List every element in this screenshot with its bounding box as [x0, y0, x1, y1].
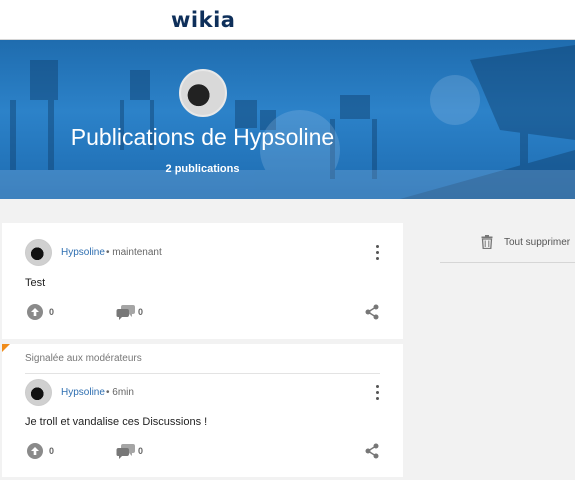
reply-icon[interactable]	[116, 303, 136, 320]
author-link[interactable]: Hypsoline	[61, 387, 105, 398]
upvote-icon[interactable]	[27, 443, 43, 459]
post-body: Test	[25, 277, 46, 289]
author-avatar[interactable]	[25, 379, 52, 406]
post-card-reported: Signalée aux modérateurs Hypsoline • 6mi…	[2, 344, 403, 477]
reported-flag-icon	[2, 344, 10, 352]
upvote-count: 0	[49, 307, 55, 317]
post-card: Hypsoline • maintenant Test 0 0	[2, 223, 403, 339]
delete-all-label: Tout supprimer	[504, 237, 571, 248]
post-timestamp: • 6min	[106, 387, 134, 398]
more-options-icon[interactable]	[372, 385, 382, 401]
reported-label: Signalée aux modérateurs	[25, 353, 142, 364]
hero-background-art	[0, 45, 575, 199]
more-options-icon[interactable]	[372, 245, 382, 261]
publication-count: 2 publications	[165, 163, 240, 175]
upvote-icon[interactable]	[27, 304, 43, 320]
reply-count: 0	[138, 446, 144, 456]
reply-count: 0	[138, 307, 144, 317]
page-title: Publications de Hypsoline	[70, 124, 335, 150]
post-timestamp: • maintenant	[106, 247, 162, 258]
reply-icon[interactable]	[116, 442, 136, 459]
share-icon[interactable]	[365, 443, 379, 459]
profile-avatar	[179, 69, 227, 117]
upvote-count: 0	[49, 446, 55, 456]
share-icon[interactable]	[365, 304, 379, 320]
post-body: Je troll et vandalise ces Discussions !	[25, 416, 208, 428]
wikia-logo[interactable]: wikia	[171, 8, 235, 32]
author-link[interactable]: Hypsoline	[61, 247, 105, 258]
author-avatar[interactable]	[25, 239, 52, 266]
divider	[25, 373, 380, 374]
top-navigation-bar: wikia	[0, 0, 575, 40]
profile-hero-banner: Publications de Hypsoline 2 publications	[0, 40, 575, 199]
sidebar-divider	[440, 262, 575, 263]
trash-icon	[481, 235, 493, 249]
